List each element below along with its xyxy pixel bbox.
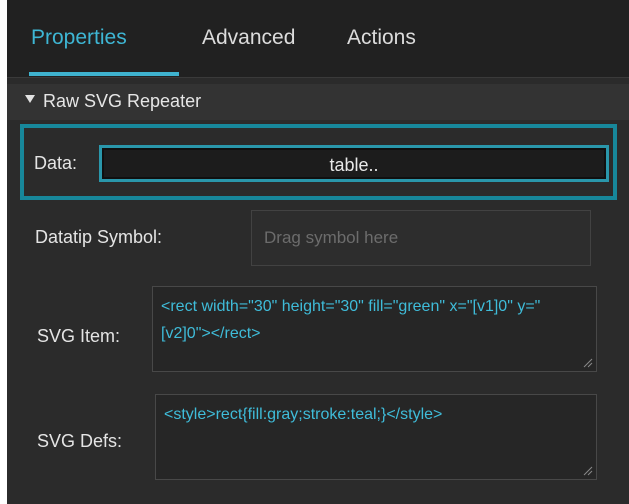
resize-grip-icon[interactable] bbox=[581, 464, 593, 476]
resize-grip-icon[interactable] bbox=[581, 356, 593, 368]
datatip-symbol-drop-target[interactable]: Drag symbol here bbox=[251, 210, 591, 266]
section-title: Raw SVG Repeater bbox=[43, 91, 202, 111]
svg-item-text: <rect width="30" height="30" fill="green… bbox=[161, 298, 541, 342]
tab-properties[interactable]: Properties bbox=[31, 26, 127, 50]
properties-panel: Properties Advanced Actions Raw SVG Repe… bbox=[7, 0, 629, 504]
active-tab-indicator bbox=[29, 72, 179, 76]
section-header-raw-svg-repeater[interactable]: Raw SVG Repeater bbox=[7, 84, 629, 120]
tab-actions[interactable]: Actions bbox=[347, 26, 416, 50]
data-label: Data: bbox=[34, 153, 78, 173]
svg-defs-text: <style>rect{fill:gray;stroke:teal;}</sty… bbox=[164, 406, 443, 423]
datatip-symbol-placeholder: Drag symbol here bbox=[264, 228, 399, 247]
svg-item-textarea[interactable]: <rect width="30" height="30" fill="green… bbox=[152, 286, 597, 372]
tab-advanced[interactable]: Advanced bbox=[202, 26, 295, 50]
collapse-triangle-icon[interactable] bbox=[25, 95, 35, 103]
data-field[interactable]: table.. bbox=[99, 145, 609, 182]
data-field-value: table.. bbox=[329, 155, 379, 175]
svg-defs-label: SVG Defs: bbox=[37, 431, 123, 451]
svg-defs-textarea[interactable]: <style>rect{fill:gray;stroke:teal;}</sty… bbox=[155, 394, 597, 480]
tab-bar: Properties Advanced Actions bbox=[7, 0, 629, 78]
tab-bar-divider bbox=[7, 77, 629, 78]
svg-item-label: SVG Item: bbox=[37, 326, 121, 346]
datatip-symbol-label: Datatip Symbol: bbox=[35, 227, 163, 247]
